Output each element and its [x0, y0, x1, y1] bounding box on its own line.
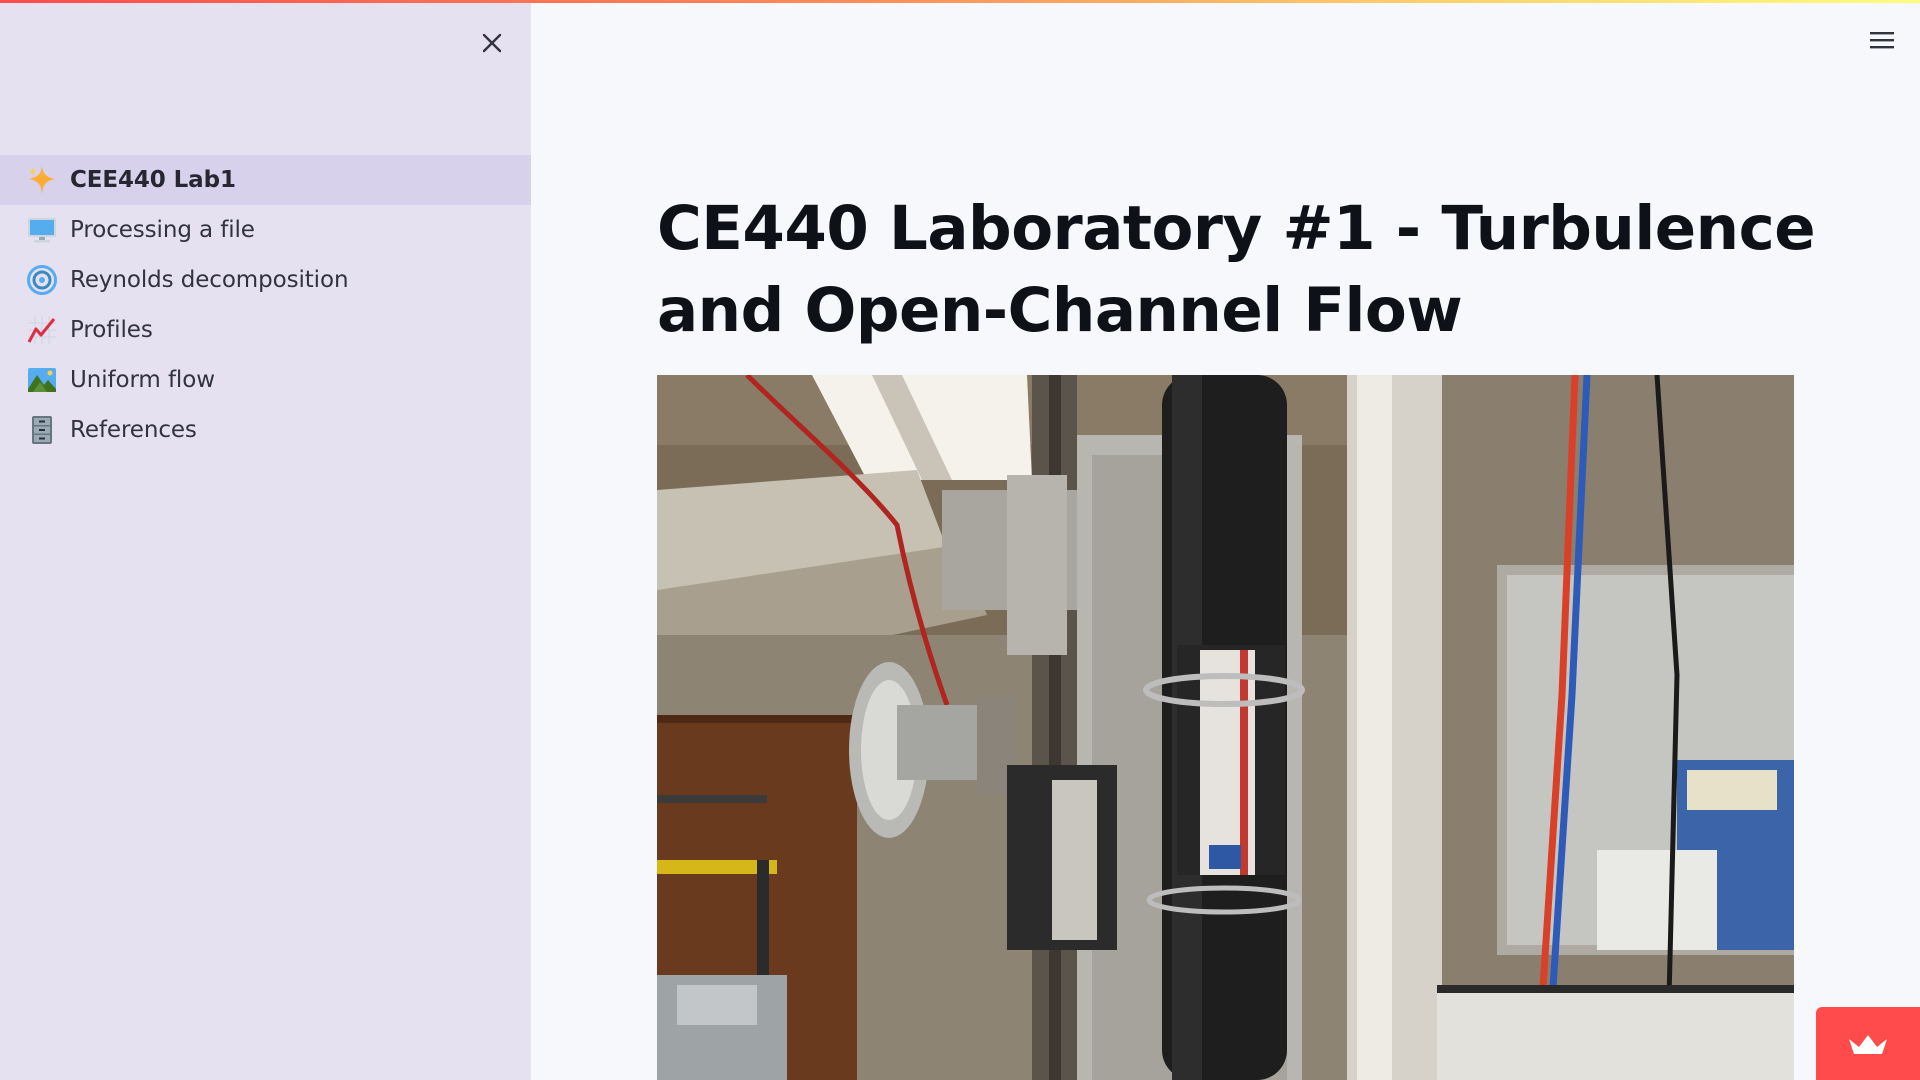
streamlit-badge-button[interactable] — [1816, 1007, 1920, 1080]
sidebar-item-reynolds-decomposition[interactable]: Reynolds decomposition — [0, 255, 531, 305]
hamburger-menu-icon — [1870, 32, 1894, 49]
sidebar-item-label: Profiles — [70, 317, 153, 343]
sidebar-item-label: CEE440 Lab1 — [70, 167, 236, 193]
sidebar-item-label: Uniform flow — [70, 367, 215, 393]
sidebar-item-label: References — [70, 417, 197, 443]
sidebar-item-cee440-lab1[interactable]: CEE440 Lab1 — [0, 155, 531, 205]
landscape-picture-icon — [26, 364, 58, 396]
close-icon — [482, 33, 502, 53]
page-title: CE440 Laboratory #1 - Turbulence and Ope… — [657, 193, 1816, 346]
sidebar: CEE440 Lab1 Processing a file Reynolds d… — [0, 0, 531, 1080]
close-sidebar-button[interactable] — [475, 26, 509, 60]
computer-icon — [26, 214, 58, 246]
sidebar-item-uniform-flow[interactable]: Uniform flow — [0, 355, 531, 405]
main-menu-button[interactable] — [1866, 24, 1898, 56]
sidebar-item-processing-a-file[interactable]: Processing a file — [0, 205, 531, 255]
cyclone-icon — [26, 264, 58, 296]
sidebar-item-profiles[interactable]: Profiles — [0, 305, 531, 355]
lab-photo — [657, 375, 1794, 1080]
sidebar-item-label: Processing a file — [70, 217, 255, 243]
sparkles-icon — [26, 164, 58, 196]
crown-icon — [1849, 1034, 1887, 1054]
sidebar-nav: CEE440 Lab1 Processing a file Reynolds d… — [0, 155, 531, 455]
chart-increasing-icon — [26, 314, 58, 346]
top-decoration-stripe — [0, 0, 1920, 3]
sidebar-item-label: Reynolds decomposition — [70, 267, 349, 293]
file-cabinet-icon — [26, 414, 58, 446]
sidebar-item-references[interactable]: References — [0, 405, 531, 455]
